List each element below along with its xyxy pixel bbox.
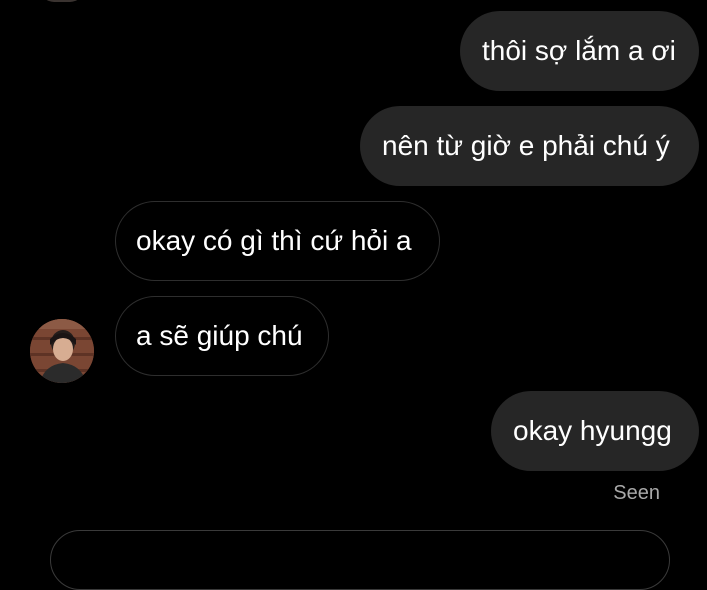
avatar-photo-icon <box>30 319 94 383</box>
previous-avatar-edge <box>40 0 84 2</box>
message-bubble-sent[interactable]: thôi sợ lắm a ơi <box>460 11 699 91</box>
message-text: okay hyungg <box>513 415 672 446</box>
message-text: nên từ giờ e phải chú ý <box>382 130 670 161</box>
message-bubble-received[interactable]: a sẽ giúp chú <box>115 296 329 376</box>
seen-status: Seen <box>613 482 660 504</box>
message-bubble-sent[interactable]: okay hyungg <box>491 391 699 471</box>
message-bubble-sent[interactable]: nên từ giờ e phải chú ý <box>360 106 699 186</box>
message-text: thôi sợ lắm a ơi <box>482 35 676 66</box>
message-text: a sẽ giúp chú <box>136 320 303 351</box>
message-input[interactable] <box>50 530 670 590</box>
message-bubble-received[interactable]: okay có gì thì cứ hỏi a <box>115 201 440 281</box>
message-text: okay có gì thì cứ hỏi a <box>136 225 412 256</box>
contact-avatar[interactable] <box>30 319 94 383</box>
